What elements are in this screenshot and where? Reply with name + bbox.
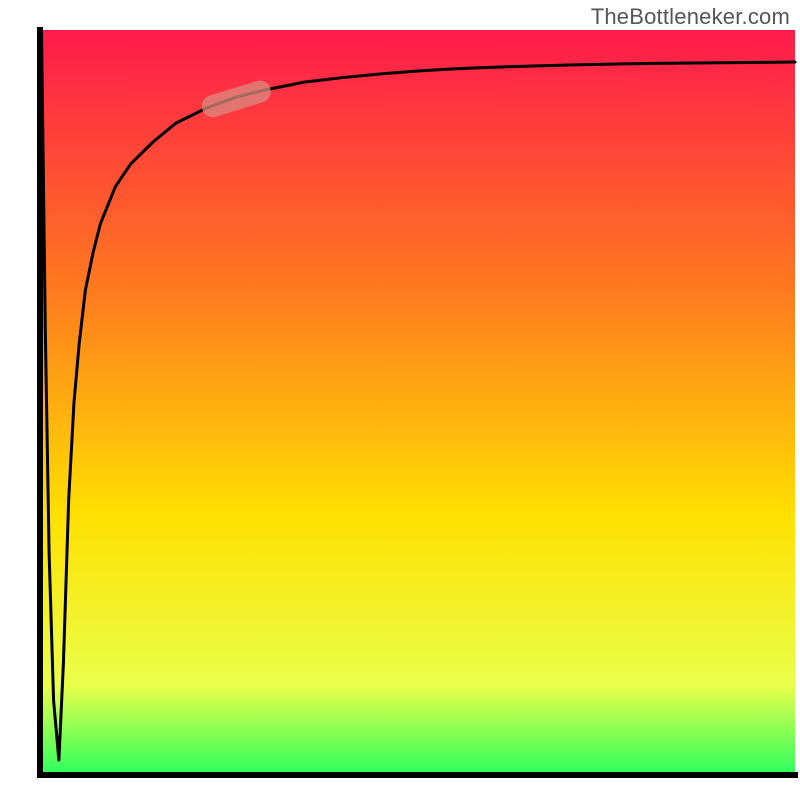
chart-container: { "attribution": "TheBottleneker.com", "… — [0, 0, 800, 800]
chart-svg — [0, 0, 800, 800]
attribution-label: TheBottleneker.com — [591, 4, 790, 30]
